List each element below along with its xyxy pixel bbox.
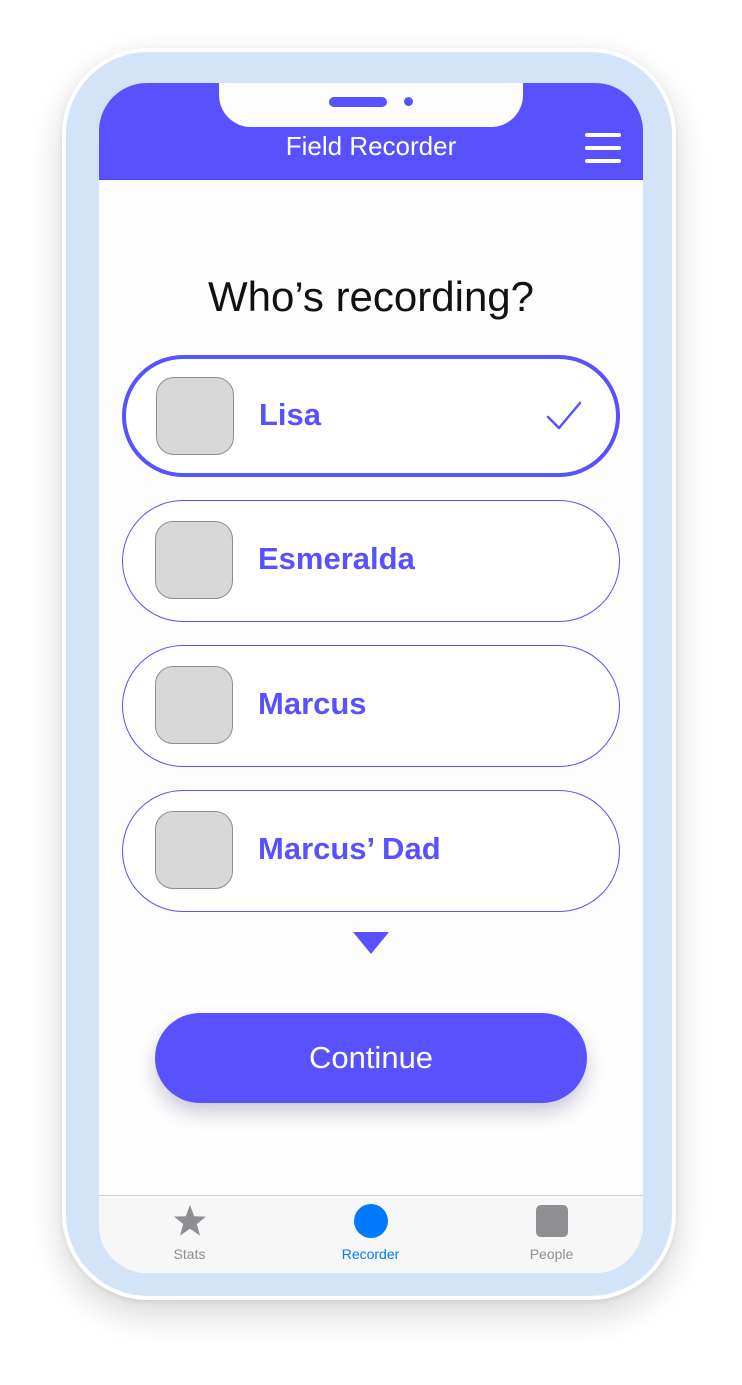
- tab-label: Stats: [173, 1246, 206, 1262]
- hamburger-menu-icon[interactable]: [585, 133, 621, 165]
- menu-line: [585, 146, 621, 150]
- avatar-placeholder: [155, 666, 233, 744]
- avatar-placeholder: [155, 521, 233, 599]
- tab-bar: Stats Recorder People: [99, 1195, 643, 1273]
- star-icon: [174, 1205, 206, 1236]
- recorder-option-marcus[interactable]: Marcus: [122, 645, 620, 767]
- recorder-option-lisa[interactable]: Lisa: [122, 355, 620, 477]
- page-heading: Who’s recording?: [207, 273, 535, 320]
- menu-line: [585, 133, 621, 137]
- tab-label: Recorder: [341, 1246, 400, 1262]
- tab-label: People: [529, 1246, 574, 1262]
- recorder-name: Marcus: [258, 686, 367, 721]
- app-title: Field Recorder: [285, 131, 457, 161]
- tab-stats[interactable]: Stats: [99, 1196, 280, 1273]
- recorder-name: Esmeralda: [258, 541, 415, 576]
- tab-recorder[interactable]: Recorder: [280, 1196, 461, 1273]
- recorder-list: Lisa Esmeralda Marcus Marcus’ Dad: [122, 355, 620, 935]
- avatar-placeholder: [156, 377, 234, 455]
- recorder-name: Marcus’ Dad: [258, 831, 441, 866]
- speaker-icon: [329, 97, 387, 107]
- recorder-option-esmeralda[interactable]: Esmeralda: [122, 500, 620, 622]
- menu-line: [585, 159, 621, 163]
- recorder-name: Lisa: [259, 397, 322, 432]
- square-icon: [536, 1205, 568, 1237]
- device-stage: Field Recorder Who’s recording? Lisa Esm…: [0, 0, 742, 1385]
- triangle-down-icon[interactable]: [353, 932, 389, 956]
- checkmark-icon: [546, 401, 582, 430]
- avatar-placeholder: [155, 811, 233, 889]
- circle-icon: [354, 1204, 388, 1238]
- phone-screen: Field Recorder Who’s recording? Lisa Esm…: [99, 83, 643, 1273]
- camera-icon: [404, 97, 413, 106]
- continue-button[interactable]: Continue: [155, 1013, 587, 1103]
- app-header: Field Recorder: [99, 83, 643, 180]
- tab-people[interactable]: People: [461, 1196, 642, 1273]
- recorder-option-marcus-dad[interactable]: Marcus’ Dad: [122, 790, 620, 912]
